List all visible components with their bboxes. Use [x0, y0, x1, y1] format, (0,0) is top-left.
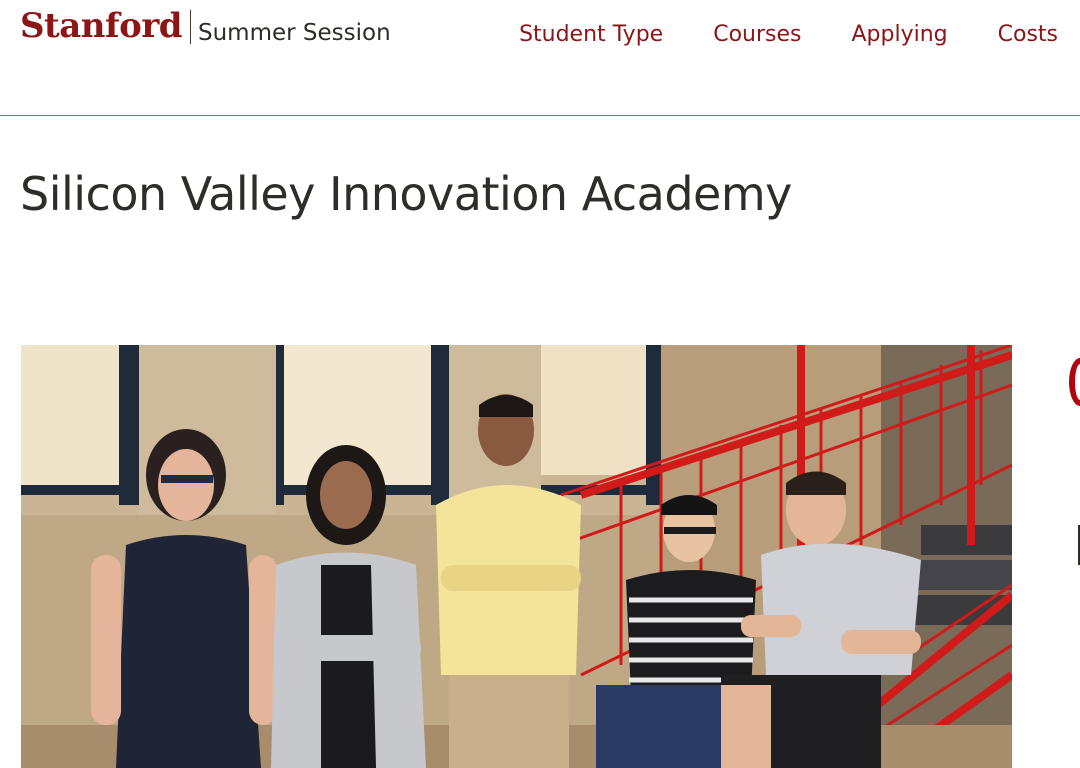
- sidebar-partial-icon: [1069, 358, 1080, 406]
- stanford-wordmark: Stanford: [20, 6, 183, 46]
- nav-item-student-type[interactable]: Student Type: [519, 20, 663, 50]
- site-name: Summer Session: [198, 20, 391, 46]
- page-title: Silicon Valley Innovation Academy: [20, 167, 792, 221]
- nav-item-costs[interactable]: Costs: [998, 20, 1058, 50]
- nav-item-applying[interactable]: Applying: [851, 20, 947, 50]
- group-photo-illustration: [21, 345, 1012, 768]
- brand-divider: [190, 10, 191, 44]
- brand-logo-link[interactable]: Stanford Summer Session: [20, 6, 391, 50]
- hero-photo: [21, 345, 1012, 768]
- site-header: Stanford Summer Session Student Type Cou…: [0, 0, 1080, 116]
- main-nav: Student Type Courses Applying Costs: [519, 20, 1058, 50]
- nav-item-courses[interactable]: Courses: [713, 20, 801, 50]
